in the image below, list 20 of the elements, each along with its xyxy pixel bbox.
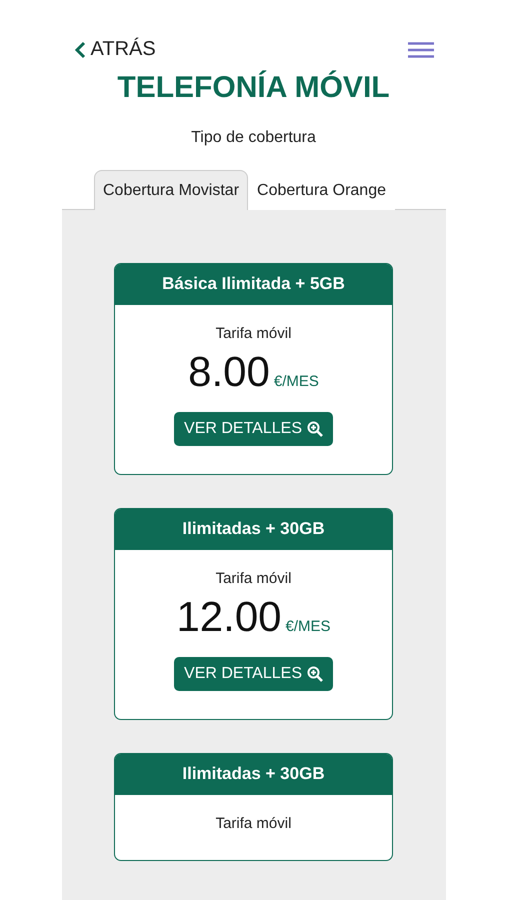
price: 8.00 (188, 348, 270, 396)
details-button[interactable]: VER DETALLES (174, 657, 333, 691)
zoom-in-icon (306, 421, 323, 437)
page-title: TELEFONÍA MÓVIL (116, 71, 391, 105)
price-unit: €/MES (286, 618, 331, 635)
details-button[interactable]: VER DETALLES (174, 412, 333, 446)
price: 12.00 (176, 593, 282, 641)
plan-name: Ilimitadas + 30GB (115, 754, 392, 795)
plan-subtitle: Tarifa móvil (216, 325, 292, 342)
plan-name: Ilimitadas + 30GB (115, 509, 392, 550)
coverage-tab[interactable]: Cobertura Movistar (94, 170, 248, 210)
zoom-in-icon (306, 666, 323, 682)
coverage-label: Tipo de cobertura (190, 129, 317, 147)
price-unit: €/MES (274, 373, 319, 390)
plan-name: Básica Ilimitada + 5GB (115, 264, 392, 305)
back-link[interactable]: ATRÁS (74, 38, 156, 61)
plan-subtitle: Tarifa móvil (216, 570, 292, 587)
chevron-left-icon (74, 40, 86, 58)
menu-icon[interactable] (408, 42, 434, 58)
plan-subtitle: Tarifa móvil (216, 815, 292, 832)
